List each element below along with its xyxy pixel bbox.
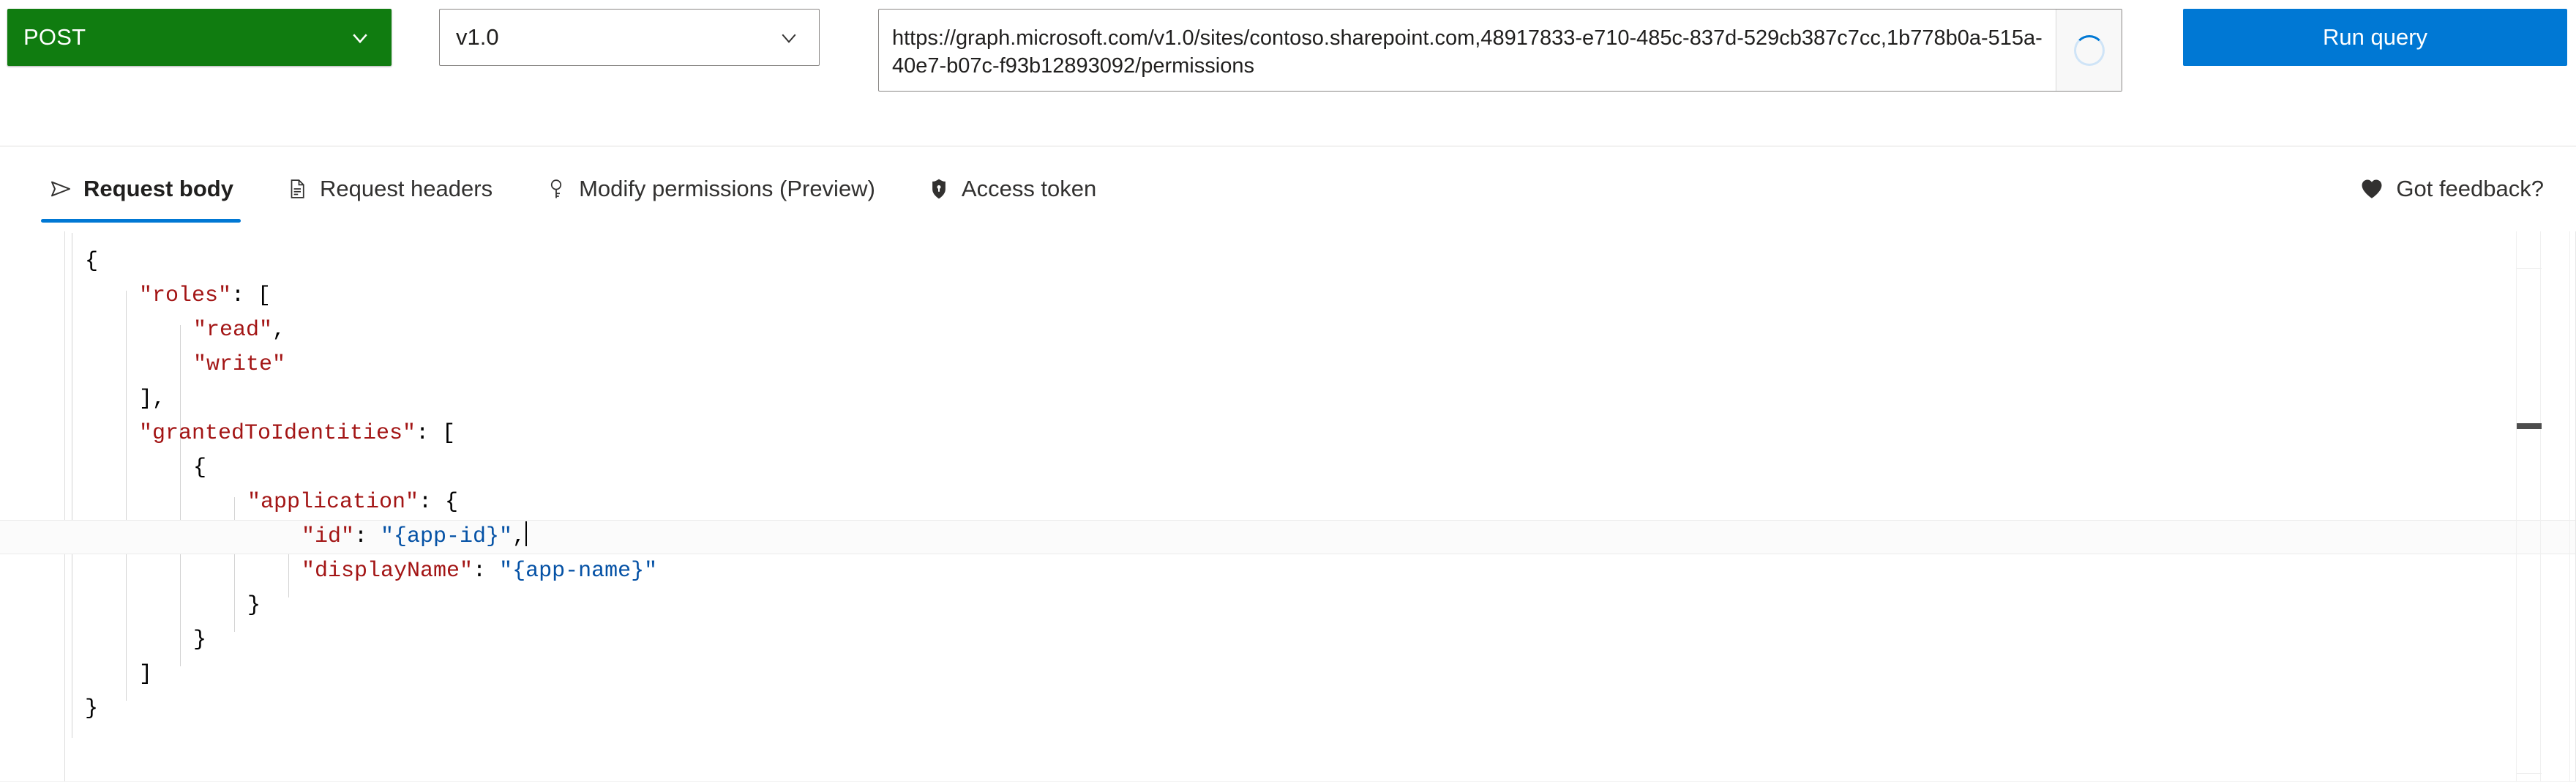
send-arrow-icon bbox=[48, 176, 73, 201]
code-token: "{app-id}" bbox=[381, 524, 513, 549]
tab-label: Request body bbox=[83, 176, 233, 201]
code-token: } bbox=[193, 628, 207, 652]
key-icon bbox=[544, 176, 569, 201]
chevron-down-icon bbox=[349, 26, 371, 48]
editor-line[interactable]: { bbox=[64, 451, 2472, 485]
editor-line[interactable]: ] bbox=[64, 658, 2472, 692]
editor-line[interactable]: } bbox=[64, 692, 2472, 726]
code-token: } bbox=[247, 593, 261, 618]
code-token: "id" bbox=[302, 524, 355, 549]
code-token: "{app-name}" bbox=[499, 559, 658, 584]
query-loading-indicator bbox=[2056, 10, 2122, 91]
overview-ruler-cursor-marker bbox=[2517, 423, 2542, 429]
code-token: ], bbox=[139, 387, 166, 412]
editor-line[interactable]: "id": "{app-id}", bbox=[0, 520, 2576, 554]
code-token: { bbox=[193, 455, 207, 480]
spinner-icon bbox=[2073, 34, 2105, 66]
feedback-label: Got feedback? bbox=[2396, 176, 2544, 201]
text-cursor bbox=[525, 521, 528, 546]
code-token: "read" bbox=[193, 318, 273, 343]
code-token: ] bbox=[139, 662, 153, 687]
query-url-input[interactable] bbox=[879, 10, 2056, 91]
overview-ruler-thumb[interactable] bbox=[2517, 268, 2542, 425]
editor-line[interactable]: "roles": [ bbox=[64, 279, 2472, 313]
code-token: "write" bbox=[193, 352, 286, 377]
got-feedback-button[interactable]: Got feedback? bbox=[2354, 146, 2550, 231]
editor-overview-ruler[interactable] bbox=[2516, 231, 2542, 782]
tab-label: Modify permissions (Preview) bbox=[579, 176, 875, 201]
overview-ruler-tick bbox=[2517, 773, 2542, 774]
run-query-button[interactable]: Run query bbox=[2183, 9, 2567, 66]
code-token: "grantedToIdentities" bbox=[139, 421, 416, 446]
editor-line[interactable]: { bbox=[64, 245, 2472, 279]
shield-lock-icon bbox=[926, 176, 951, 201]
code-token: : { bbox=[419, 490, 459, 515]
tab-modify-permissions[interactable]: Modify permissions (Preview) bbox=[528, 146, 891, 231]
tab-access-token[interactable]: Access token bbox=[910, 146, 1112, 231]
code-token: { bbox=[85, 249, 99, 274]
editor-vertical-scrollbar[interactable] bbox=[2569, 231, 2570, 782]
api-version-select[interactable]: v1.0 bbox=[439, 9, 820, 66]
editor-line[interactable]: "displayName": "{app-name}" bbox=[64, 554, 2472, 589]
http-method-value: POST bbox=[23, 24, 86, 50]
active-tab-underline bbox=[41, 219, 241, 223]
code-token: : bbox=[354, 524, 381, 549]
code-token: "displayName" bbox=[302, 559, 473, 584]
editor-line[interactable]: ], bbox=[64, 382, 2472, 417]
request-tab-strip: Request body Request headers Modify perm… bbox=[0, 146, 2576, 231]
code-token: : [ bbox=[231, 283, 272, 308]
document-icon bbox=[285, 176, 310, 201]
heart-icon bbox=[2359, 176, 2384, 201]
editor-line[interactable]: "grantedToIdentities": [ bbox=[64, 417, 2472, 451]
code-token: : [ bbox=[416, 421, 456, 446]
http-method-select[interactable]: POST bbox=[7, 9, 392, 66]
code-token: , bbox=[512, 524, 526, 549]
code-token: : bbox=[473, 559, 500, 584]
editor-code-area[interactable]: {"roles": ["read", "write"], "grantedToIde… bbox=[0, 233, 2576, 782]
code-token: "roles" bbox=[139, 283, 232, 308]
tab-label: Access token bbox=[961, 176, 1097, 201]
code-token: } bbox=[85, 696, 99, 721]
query-url-field[interactable] bbox=[878, 9, 2122, 92]
editor-gutter bbox=[0, 231, 64, 782]
tab-list: Request body Request headers Modify perm… bbox=[32, 146, 1131, 231]
code-token: "application" bbox=[247, 490, 419, 515]
editor-line[interactable]: "read", bbox=[64, 313, 2472, 348]
chevron-down-icon bbox=[778, 26, 800, 48]
code-token: , bbox=[272, 318, 286, 343]
editor-line[interactable]: "application": { bbox=[64, 485, 2472, 520]
editor-line[interactable]: } bbox=[64, 589, 2472, 623]
request-body-editor[interactable]: {"roles": ["read", "write"], "grantedToIde… bbox=[0, 231, 2576, 782]
api-version-value: v1.0 bbox=[456, 24, 499, 50]
tab-label: Request headers bbox=[319, 176, 493, 201]
editor-line[interactable]: "write" bbox=[64, 348, 2472, 382]
editor-line[interactable]: } bbox=[64, 623, 2472, 658]
tab-request-headers[interactable]: Request headers bbox=[269, 146, 509, 231]
query-bar: POST v1.0 Run query bbox=[0, 0, 2576, 129]
tab-request-body[interactable]: Request body bbox=[32, 146, 250, 231]
